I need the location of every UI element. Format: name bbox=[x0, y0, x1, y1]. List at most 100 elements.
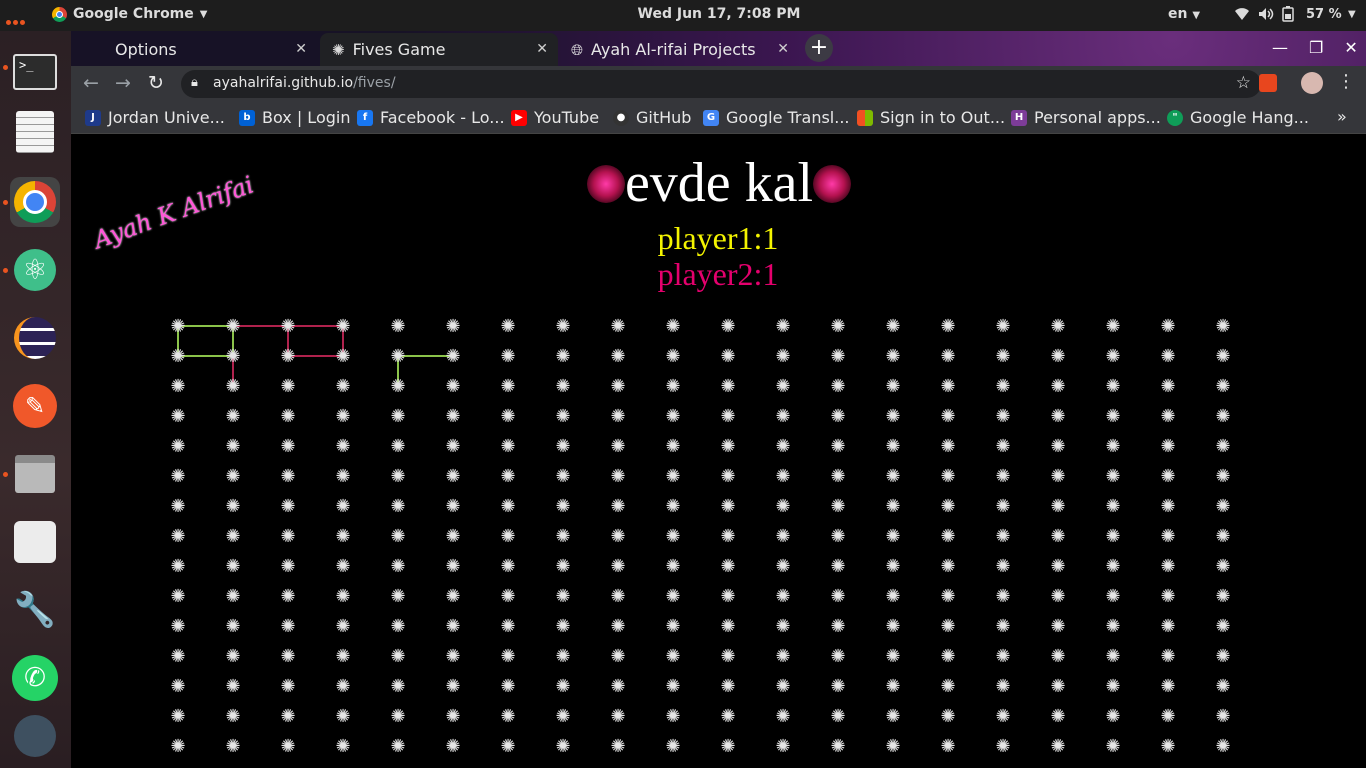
board-dot-virus-icon[interactable]: ✺ bbox=[280, 676, 295, 697]
board-dot-virus-icon[interactable]: ✺ bbox=[830, 556, 845, 577]
board-dot-virus-icon[interactable]: ✺ bbox=[225, 466, 240, 487]
board-dot-virus-icon[interactable]: ✺ bbox=[995, 316, 1010, 337]
board-dot-virus-icon[interactable]: ✺ bbox=[170, 496, 185, 517]
board-dot-virus-icon[interactable]: ✺ bbox=[500, 496, 515, 517]
board-dot-virus-icon[interactable]: ✺ bbox=[665, 616, 680, 637]
board-dot-virus-icon[interactable]: ✺ bbox=[830, 376, 845, 397]
board-dot-virus-icon[interactable]: ✺ bbox=[445, 436, 460, 457]
board-dot-virus-icon[interactable]: ✺ bbox=[885, 526, 900, 547]
board-dot-virus-icon[interactable]: ✺ bbox=[775, 736, 790, 757]
board-dot-virus-icon[interactable]: ✺ bbox=[720, 316, 735, 337]
board-dot-virus-icon[interactable]: ✺ bbox=[775, 676, 790, 697]
board-dot-virus-icon[interactable]: ✺ bbox=[170, 466, 185, 487]
board-dot-virus-icon[interactable]: ✺ bbox=[1050, 376, 1065, 397]
board-dot-virus-icon[interactable]: ✺ bbox=[1050, 406, 1065, 427]
board-dot-virus-icon[interactable]: ✺ bbox=[1215, 316, 1230, 337]
file-manager-icon[interactable] bbox=[10, 449, 60, 499]
bookmark-personal-apps[interactable]: H Personal apps... bbox=[1011, 108, 1161, 127]
board-dot-virus-icon[interactable]: ✺ bbox=[885, 406, 900, 427]
board-dot-virus-icon[interactable]: ✺ bbox=[445, 406, 460, 427]
board-dot-virus-icon[interactable]: ✺ bbox=[665, 466, 680, 487]
board-dot-virus-icon[interactable]: ✺ bbox=[830, 706, 845, 727]
board-dot-virus-icon[interactable]: ✺ bbox=[940, 556, 955, 577]
board-dot-virus-icon[interactable]: ✺ bbox=[170, 736, 185, 757]
board-dot-virus-icon[interactable]: ✺ bbox=[995, 556, 1010, 577]
board-dot-virus-icon[interactable]: ✺ bbox=[335, 496, 350, 517]
language-indicator[interactable]: en ▼ bbox=[1168, 6, 1200, 22]
board-dot-virus-icon[interactable]: ✺ bbox=[335, 616, 350, 637]
board-dot-virus-icon[interactable]: ✺ bbox=[1105, 616, 1120, 637]
board-dot-virus-icon[interactable]: ✺ bbox=[720, 526, 735, 547]
board-dot-virus-icon[interactable]: ✺ bbox=[665, 556, 680, 577]
board-dot-virus-icon[interactable]: ✺ bbox=[720, 736, 735, 757]
board-dot-virus-icon[interactable]: ✺ bbox=[665, 526, 680, 547]
board-dot-virus-icon[interactable]: ✺ bbox=[720, 496, 735, 517]
board-dot-virus-icon[interactable]: ✺ bbox=[390, 736, 405, 757]
board-dot-virus-icon[interactable]: ✺ bbox=[720, 646, 735, 667]
bookmark-youtube[interactable]: ▶ YouTube bbox=[511, 108, 599, 127]
board-dot-virus-icon[interactable]: ✺ bbox=[1050, 346, 1065, 367]
board-dot-virus-icon[interactable]: ✺ bbox=[940, 736, 955, 757]
board-dot-virus-icon[interactable]: ✺ bbox=[610, 406, 625, 427]
board-dot-virus-icon[interactable]: ✺ bbox=[445, 676, 460, 697]
forward-icon[interactable]: → bbox=[115, 72, 131, 94]
board-dot-virus-icon[interactable]: ✺ bbox=[445, 646, 460, 667]
board-dot-virus-icon[interactable]: ✺ bbox=[1050, 496, 1065, 517]
board-dot-virus-icon[interactable]: ✺ bbox=[1215, 466, 1230, 487]
board-dot-virus-icon[interactable]: ✺ bbox=[995, 526, 1010, 547]
board-dot-virus-icon[interactable]: ✺ bbox=[720, 616, 735, 637]
board-dot-virus-icon[interactable]: ✺ bbox=[830, 676, 845, 697]
star-icon[interactable]: ☆ bbox=[1236, 73, 1251, 93]
board-dot-virus-icon[interactable]: ✺ bbox=[390, 676, 405, 697]
board-dot-virus-icon[interactable]: ✺ bbox=[390, 586, 405, 607]
avatar-icon[interactable] bbox=[10, 711, 60, 761]
board-dot-virus-icon[interactable]: ✺ bbox=[720, 466, 735, 487]
board-dot-virus-icon[interactable]: ✺ bbox=[940, 316, 955, 337]
board-dot-virus-icon[interactable]: ✺ bbox=[170, 706, 185, 727]
board-dot-virus-icon[interactable]: ✺ bbox=[830, 466, 845, 487]
board-dot-virus-icon[interactable]: ✺ bbox=[390, 466, 405, 487]
board-dot-virus-icon[interactable]: ✺ bbox=[610, 376, 625, 397]
board-dot-virus-icon[interactable]: ✺ bbox=[390, 406, 405, 427]
board-dot-virus-icon[interactable]: ✺ bbox=[500, 436, 515, 457]
board-dot-virus-icon[interactable]: ✺ bbox=[665, 496, 680, 517]
board-dot-virus-icon[interactable]: ✺ bbox=[665, 436, 680, 457]
board-dot-virus-icon[interactable]: ✺ bbox=[940, 586, 955, 607]
board-dot-virus-icon[interactable]: ✺ bbox=[225, 706, 240, 727]
board-dot-virus-icon[interactable]: ✺ bbox=[885, 346, 900, 367]
board-dot-virus-icon[interactable]: ✺ bbox=[280, 586, 295, 607]
clock[interactable]: Wed Jun 17, 7:08 PM bbox=[0, 6, 1366, 22]
board-dot-virus-icon[interactable]: ✺ bbox=[1160, 616, 1175, 637]
chevron-down-icon[interactable]: ▼ bbox=[1348, 9, 1356, 20]
board-dot-virus-icon[interactable]: ✺ bbox=[830, 646, 845, 667]
board-dot-virus-icon[interactable]: ✺ bbox=[280, 616, 295, 637]
board-dot-virus-icon[interactable]: ✺ bbox=[225, 316, 240, 337]
board-dot-virus-icon[interactable]: ✺ bbox=[775, 646, 790, 667]
board-dot-virus-icon[interactable]: ✺ bbox=[885, 706, 900, 727]
board-dot-virus-icon[interactable]: ✺ bbox=[775, 496, 790, 517]
board-dot-virus-icon[interactable]: ✺ bbox=[940, 646, 955, 667]
board-dot-virus-icon[interactable]: ✺ bbox=[225, 406, 240, 427]
board-dot-virus-icon[interactable]: ✺ bbox=[1105, 436, 1120, 457]
board-dot-virus-icon[interactable]: ✺ bbox=[555, 316, 570, 337]
board-dot-virus-icon[interactable]: ✺ bbox=[885, 616, 900, 637]
board-dot-virus-icon[interactable]: ✺ bbox=[1105, 316, 1120, 337]
board-dot-virus-icon[interactable]: ✺ bbox=[170, 526, 185, 547]
board-dot-virus-icon[interactable]: ✺ bbox=[1105, 646, 1120, 667]
board-dot-virus-icon[interactable]: ✺ bbox=[1215, 436, 1230, 457]
board-dot-virus-icon[interactable]: ✺ bbox=[1160, 526, 1175, 547]
board-dot-virus-icon[interactable]: ✺ bbox=[280, 556, 295, 577]
board-dot-virus-icon[interactable]: ✺ bbox=[225, 496, 240, 517]
board-dot-virus-icon[interactable]: ✺ bbox=[1105, 496, 1120, 517]
board-dot-virus-icon[interactable]: ✺ bbox=[610, 736, 625, 757]
board-dot-virus-icon[interactable]: ✺ bbox=[940, 346, 955, 367]
board-dot-virus-icon[interactable]: ✺ bbox=[500, 616, 515, 637]
board-dot-virus-icon[interactable]: ✺ bbox=[995, 676, 1010, 697]
board-dot-virus-icon[interactable]: ✺ bbox=[390, 436, 405, 457]
board-dot-virus-icon[interactable]: ✺ bbox=[665, 376, 680, 397]
board-dot-virus-icon[interactable]: ✺ bbox=[500, 736, 515, 757]
board-dot-virus-icon[interactable]: ✺ bbox=[665, 586, 680, 607]
board-dot-virus-icon[interactable]: ✺ bbox=[1050, 616, 1065, 637]
board-dot-virus-icon[interactable]: ✺ bbox=[830, 616, 845, 637]
board-dot-virus-icon[interactable]: ✺ bbox=[1160, 646, 1175, 667]
